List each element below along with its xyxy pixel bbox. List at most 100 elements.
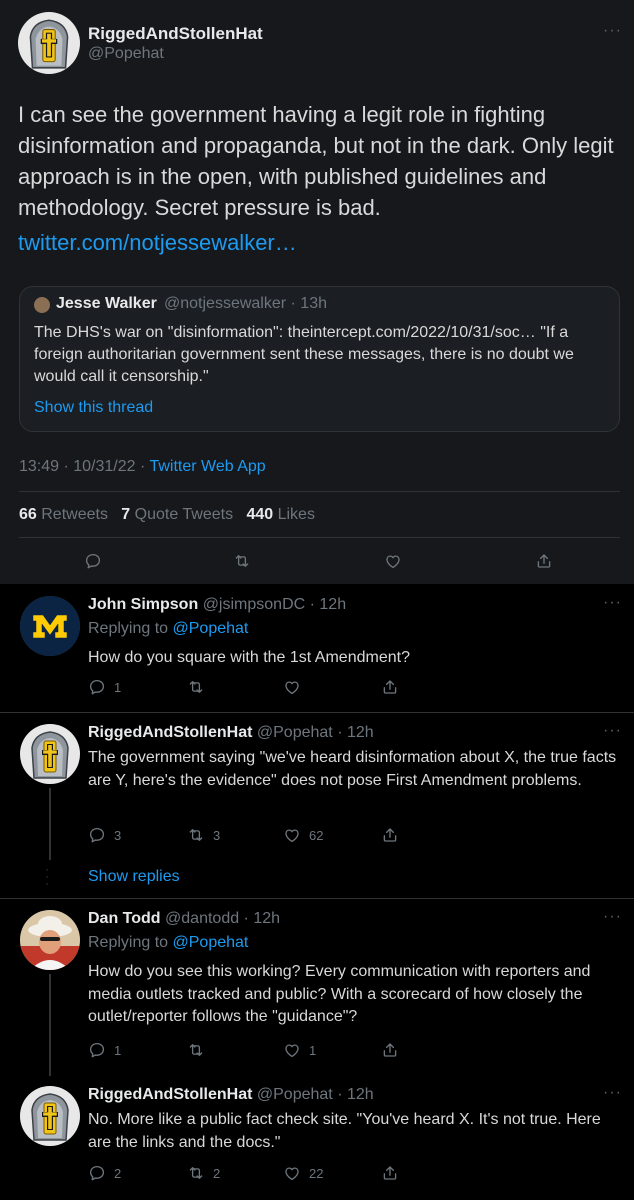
helmet-cross-avatar-icon [20,724,80,784]
author-avatar[interactable] [18,12,80,74]
timestamp-text[interactable]: 13:49 · 10/31/22 · [19,458,149,475]
reply-button[interactable] [84,552,102,570]
divider [19,537,620,538]
replying-label: Replying to [88,934,173,951]
quotes-stat[interactable]: 7 Quote Tweets [121,506,233,523]
share-icon [381,678,399,696]
like-icon [283,1041,301,1059]
reply-tweet[interactable]: Dan Todd @dantodd · 12h ··· Replying to … [0,900,634,1076]
like-count: 62 [309,827,324,843]
replying-to-handle[interactable]: @Popehat [173,934,249,951]
reply-button[interactable]: 1 [88,678,121,696]
reply-author-meta[interactable]: @Popehat · 12h [257,724,374,741]
like-icon [283,1164,301,1182]
more-icon[interactable]: ··· [603,22,622,40]
retweets-label: Retweets [41,506,108,523]
quoted-tweet-card[interactable]: Jesse Walker @notjessewalker · 13h The D… [19,286,620,432]
reply-author-name[interactable]: Dan Todd [88,910,161,927]
reply-icon [88,1164,106,1182]
retweet-button[interactable] [187,1041,205,1059]
tweet-source[interactable]: Twitter Web App [149,458,265,475]
more-icon[interactable]: ··· [603,1084,622,1102]
like-button[interactable]: 62 [283,826,323,844]
show-replies-link[interactable]: Show replies [88,868,180,886]
retweet-button[interactable] [187,678,205,696]
main-tweet: RiggedAndStollenHat @Popehat ··· I can s… [0,0,634,584]
reply-icon [88,826,106,844]
tweet-link[interactable]: twitter.com/notjessewalker… [18,230,297,256]
reply-header: RiggedAndStollenHat @Popehat · 12h [88,1086,374,1104]
reply-button[interactable]: 1 [88,1041,121,1059]
share-button[interactable] [535,552,553,570]
reply-count: 1 [114,1042,122,1058]
thread-line [49,788,51,860]
reply-icon [84,552,102,570]
reply-avatar[interactable] [20,596,80,656]
likes-stat[interactable]: 440 Likes [246,506,315,523]
share-button[interactable] [381,826,399,844]
reply-button[interactable]: 3 [88,826,121,844]
reply-author-name[interactable]: RiggedAndStollenHat [88,1086,252,1103]
reply-text: No. More like a public fact check site. … [88,1111,601,1151]
share-button[interactable] [381,678,399,696]
retweet-icon [187,826,205,844]
reply-tweet[interactable]: John Simpson @jsimpsonDC · 12h ··· Reply… [0,586,634,710]
replying-to-handle[interactable]: @Popehat [173,620,249,637]
reply-avatar[interactable] [20,724,80,784]
helmet-cross-avatar-icon [18,12,80,74]
quotes-label: Quote Tweets [134,506,234,523]
reply-avatar[interactable] [20,1086,80,1146]
reply-author-name[interactable]: RiggedAndStollenHat [88,724,252,741]
show-thread-link[interactable]: Show this thread [34,399,153,417]
like-icon [283,678,301,696]
share-button[interactable] [381,1164,399,1182]
reply-avatar[interactable] [20,910,80,970]
like-button[interactable]: 1 [283,1041,316,1059]
more-icon[interactable]: ··· [603,594,622,612]
divider [0,712,634,713]
helmet-cross-avatar-icon [20,1086,80,1146]
reply-icon [88,1041,106,1059]
reply-tweet[interactable]: RiggedAndStollenHat @Popehat · 12h ··· T… [0,714,634,862]
quoted-author-avatar [34,297,50,313]
more-icon[interactable]: ··· [603,722,622,740]
likes-label: Likes [277,506,315,523]
quotes-count: 7 [121,506,131,523]
retweets-count: 66 [19,506,37,523]
share-icon [381,1164,399,1182]
more-icon[interactable]: ··· [603,908,622,926]
reply-header: Dan Todd @dantodd · 12h [88,910,280,928]
share-button[interactable] [381,1041,399,1059]
like-count: 22 [309,1165,324,1181]
reply-author-meta[interactable]: @dantodd · 12h [165,910,280,927]
like-button[interactable] [384,552,402,570]
reply-button[interactable]: 2 [88,1164,121,1182]
retweets-stat[interactable]: 66 Retweets [19,506,108,523]
block-m-logo-icon [20,596,80,656]
reply-tweet[interactable]: RiggedAndStollenHat @Popehat · 12h ··· N… [0,1076,634,1200]
retweet-button[interactable]: 3 [187,826,220,844]
reply-header: John Simpson @jsimpsonDC · 12h [88,596,346,614]
like-button[interactable]: 22 [283,1164,323,1182]
like-icon [384,552,402,570]
like-button[interactable] [283,678,301,696]
user-photo-avatar-icon [20,910,80,970]
reply-text: The government saying "we've heard disin… [88,749,617,789]
share-icon [381,1041,399,1059]
thread-continuation-dots: · · · [45,862,49,890]
retweet-button[interactable] [233,552,251,570]
retweet-count: 3 [213,827,221,843]
reply-count: 1 [114,679,122,695]
quoted-author-name: Jesse Walker [56,295,157,312]
reply-author-meta[interactable]: @Popehat · 12h [257,1086,374,1103]
likes-count: 440 [246,506,274,523]
tweet-text: I can see the government having a legit … [18,102,614,220]
author-handle[interactable]: @Popehat [88,45,164,63]
reply-count: 3 [114,827,122,843]
author-name[interactable]: RiggedAndStollenHat [88,24,263,44]
retweet-button[interactable]: 2 [187,1164,220,1182]
reply-author-meta[interactable]: @jsimpsonDC · 12h [203,596,346,613]
quoted-tweet-text: The DHS's war on "disinformation": thein… [34,324,574,385]
reply-icon [88,678,106,696]
reply-author-name[interactable]: John Simpson [88,596,198,613]
